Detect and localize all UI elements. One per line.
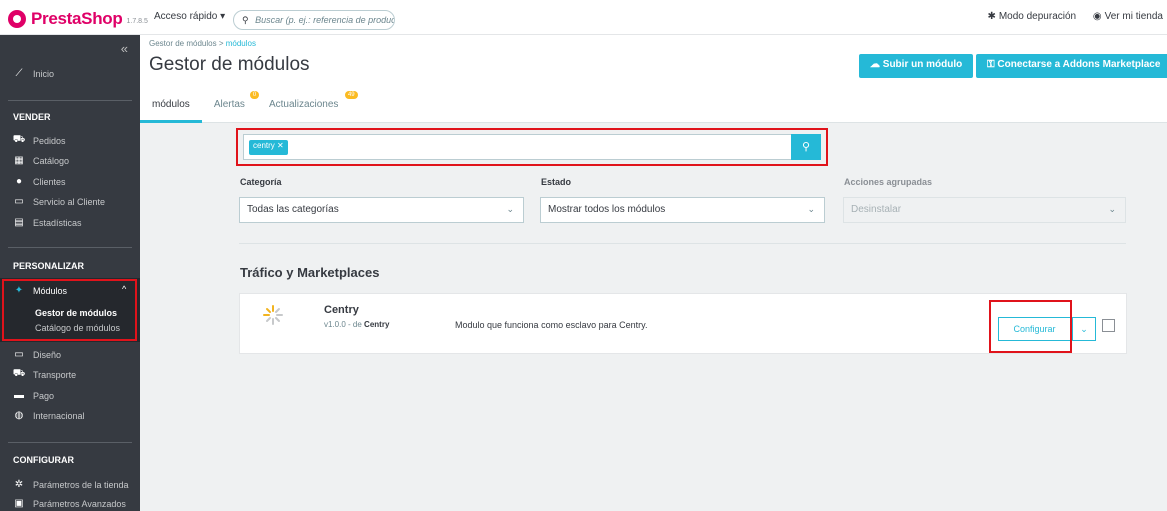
user-icon: ● xyxy=(15,176,23,187)
chevron-down-icon: ⌄ xyxy=(1108,204,1116,214)
brand-logo[interactable]: PrestaShop 1.7.8.5 xyxy=(8,9,148,29)
main-content: centry ✕ ⚲ Categoría Todas las categoría… xyxy=(140,124,1167,511)
page-title: Gestor de módulos xyxy=(149,54,310,75)
divider xyxy=(239,243,1126,244)
page-header: Gestor de módulos > módulos Gestor de mó… xyxy=(140,35,1167,123)
sidebar-item-international[interactable]: ◍ Internacional xyxy=(13,410,85,421)
card-icon: ▬ xyxy=(14,390,24,401)
chevron-down-icon: ⌄ xyxy=(1080,324,1088,334)
sidebar-divider xyxy=(8,247,132,248)
status-label: Estado xyxy=(541,177,572,187)
close-icon[interactable]: ✕ xyxy=(277,141,284,150)
sidebar-item-stats[interactable]: ▤ Estadísticas xyxy=(13,217,81,228)
sidebar-item-shipping[interactable]: ⛟ Transporte xyxy=(12,368,76,380)
centry-logo-icon xyxy=(263,305,283,325)
tabs: módulos Alertas 0 Actualizaciones 49 xyxy=(140,87,358,123)
top-right-links: ✱ Modo depuración ◉ Ver mi tienda xyxy=(973,11,1163,22)
store-icon: ▦ xyxy=(14,155,24,166)
settings-icon: ▣ xyxy=(14,498,24,509)
category-select[interactable]: Todas las categorías ⌄ xyxy=(239,197,524,223)
collapse-sidebar-button[interactable]: « xyxy=(121,41,128,56)
upload-module-button[interactable]: ☁ Subir un módulo xyxy=(859,54,974,78)
basket-icon: ⛟ xyxy=(12,134,26,145)
tab-alerts[interactable]: Alertas 0 xyxy=(202,87,260,123)
connect-addons-button[interactable]: ⚿ Conectarse a Addons Marketplace xyxy=(976,54,1167,78)
gear-icon: ✲ xyxy=(14,479,24,490)
view-store-link[interactable]: ◉ Ver mi tienda xyxy=(1093,11,1163,22)
chart-icon: ▤ xyxy=(14,217,24,228)
tab-updates[interactable]: Actualizaciones 49 xyxy=(257,87,358,123)
breadcrumb-separator: > xyxy=(218,39,224,48)
breadcrumb: Gestor de módulos > módulos xyxy=(149,39,256,48)
bug-icon: ✱ xyxy=(987,11,996,22)
top-search-input[interactable]: ⚲ Buscar (p. ej.: referencia de producto… xyxy=(233,10,395,30)
eye-icon: ◉ xyxy=(1092,11,1102,22)
search-placeholder: Buscar (p. ej.: referencia de producto, xyxy=(255,15,395,25)
section-customize: PERSONALIZAR xyxy=(13,261,85,271)
modules-highlight-box xyxy=(2,279,137,341)
breadcrumb-parent[interactable]: Gestor de módulos xyxy=(149,39,217,48)
sidebar-item-design[interactable]: ▭ Diseño xyxy=(13,349,61,360)
top-bar: PrestaShop 1.7.8.5 Acceso rápido ▾ ⚲ Bus… xyxy=(0,0,1167,35)
module-version: v1.0.0 - de Centry xyxy=(324,320,390,329)
chat-icon: ▭ xyxy=(14,196,24,207)
bulk-actions-label: Acciones agrupadas xyxy=(844,177,933,187)
bulk-actions-select[interactable]: Desinstalar ⌄ xyxy=(843,197,1126,223)
sidebar-item-home[interactable]: ⟋ Inicio xyxy=(13,68,55,79)
module-name: Centry xyxy=(324,304,359,316)
sidebar-item-payment[interactable]: ▬ Pago xyxy=(13,390,54,401)
breadcrumb-current[interactable]: módulos xyxy=(226,39,256,48)
brand-name: PrestaShop xyxy=(31,9,123,28)
sidebar: « ⟋ Inicio VENDER ⛟ Pedidos ▦ Catálogo ● Cli… xyxy=(0,35,140,511)
category-section-title: Tráfico y Marketplaces xyxy=(240,265,380,280)
updates-badge: 49 xyxy=(344,91,358,99)
key-icon: ⚿ xyxy=(987,59,995,70)
sidebar-item-orders[interactable]: ⛟ Pedidos xyxy=(12,134,66,146)
search-icon: ⚲ xyxy=(242,15,249,25)
sidebar-item-customer-service[interactable]: ▭ Servicio al Cliente xyxy=(13,196,105,207)
quick-access-dropdown[interactable]: Acceso rápido ▾ xyxy=(154,11,225,22)
tab-modules[interactable]: módulos xyxy=(140,87,202,123)
sidebar-divider xyxy=(8,442,132,443)
truck-icon: ⛟ xyxy=(12,368,26,379)
search-tag-chip[interactable]: centry ✕ xyxy=(249,140,288,155)
status-select[interactable]: Mostrar todos los módulos ⌄ xyxy=(540,197,825,223)
monitor-icon: ▭ xyxy=(14,349,24,360)
sidebar-divider xyxy=(8,100,132,101)
chevron-down-icon: ⌄ xyxy=(807,204,815,214)
debug-mode-link[interactable]: ✱ Modo depuración xyxy=(987,11,1076,22)
search-icon: ⚲ xyxy=(801,141,811,153)
bulk-select-checkbox[interactable] xyxy=(1102,319,1115,332)
globe-icon: ◍ xyxy=(14,410,24,421)
sidebar-item-shop-params[interactable]: ✲ Parámetros de la tienda xyxy=(13,479,129,490)
sidebar-item-customers[interactable]: ● Clientes xyxy=(13,176,66,187)
trend-icon: ⟋ xyxy=(15,68,23,79)
module-search-input[interactable]: centry ✕ xyxy=(243,134,794,160)
module-author: Centry xyxy=(364,320,390,329)
sidebar-item-catalog[interactable]: ▦ Catálogo xyxy=(13,155,69,166)
category-label: Categoría xyxy=(240,177,282,187)
cloud-upload-icon: ☁ xyxy=(870,59,880,70)
sidebar-item-advanced-params[interactable]: ▣ Parámetros Avanzados xyxy=(13,498,126,509)
module-description: Modulo que funciona como esclavo para Ce… xyxy=(455,320,648,330)
section-sell: VENDER xyxy=(13,112,51,122)
actions-dropdown-button[interactable]: ⌄ xyxy=(1072,317,1096,341)
chevron-down-icon: ⌄ xyxy=(506,204,514,214)
search-button[interactable]: ⚲ xyxy=(791,134,821,160)
version-label: 1.7.8.5 xyxy=(126,17,148,25)
configure-highlight-box xyxy=(989,300,1072,353)
prestashop-logo-icon xyxy=(8,10,26,28)
section-configure: CONFIGURAR xyxy=(13,455,74,465)
